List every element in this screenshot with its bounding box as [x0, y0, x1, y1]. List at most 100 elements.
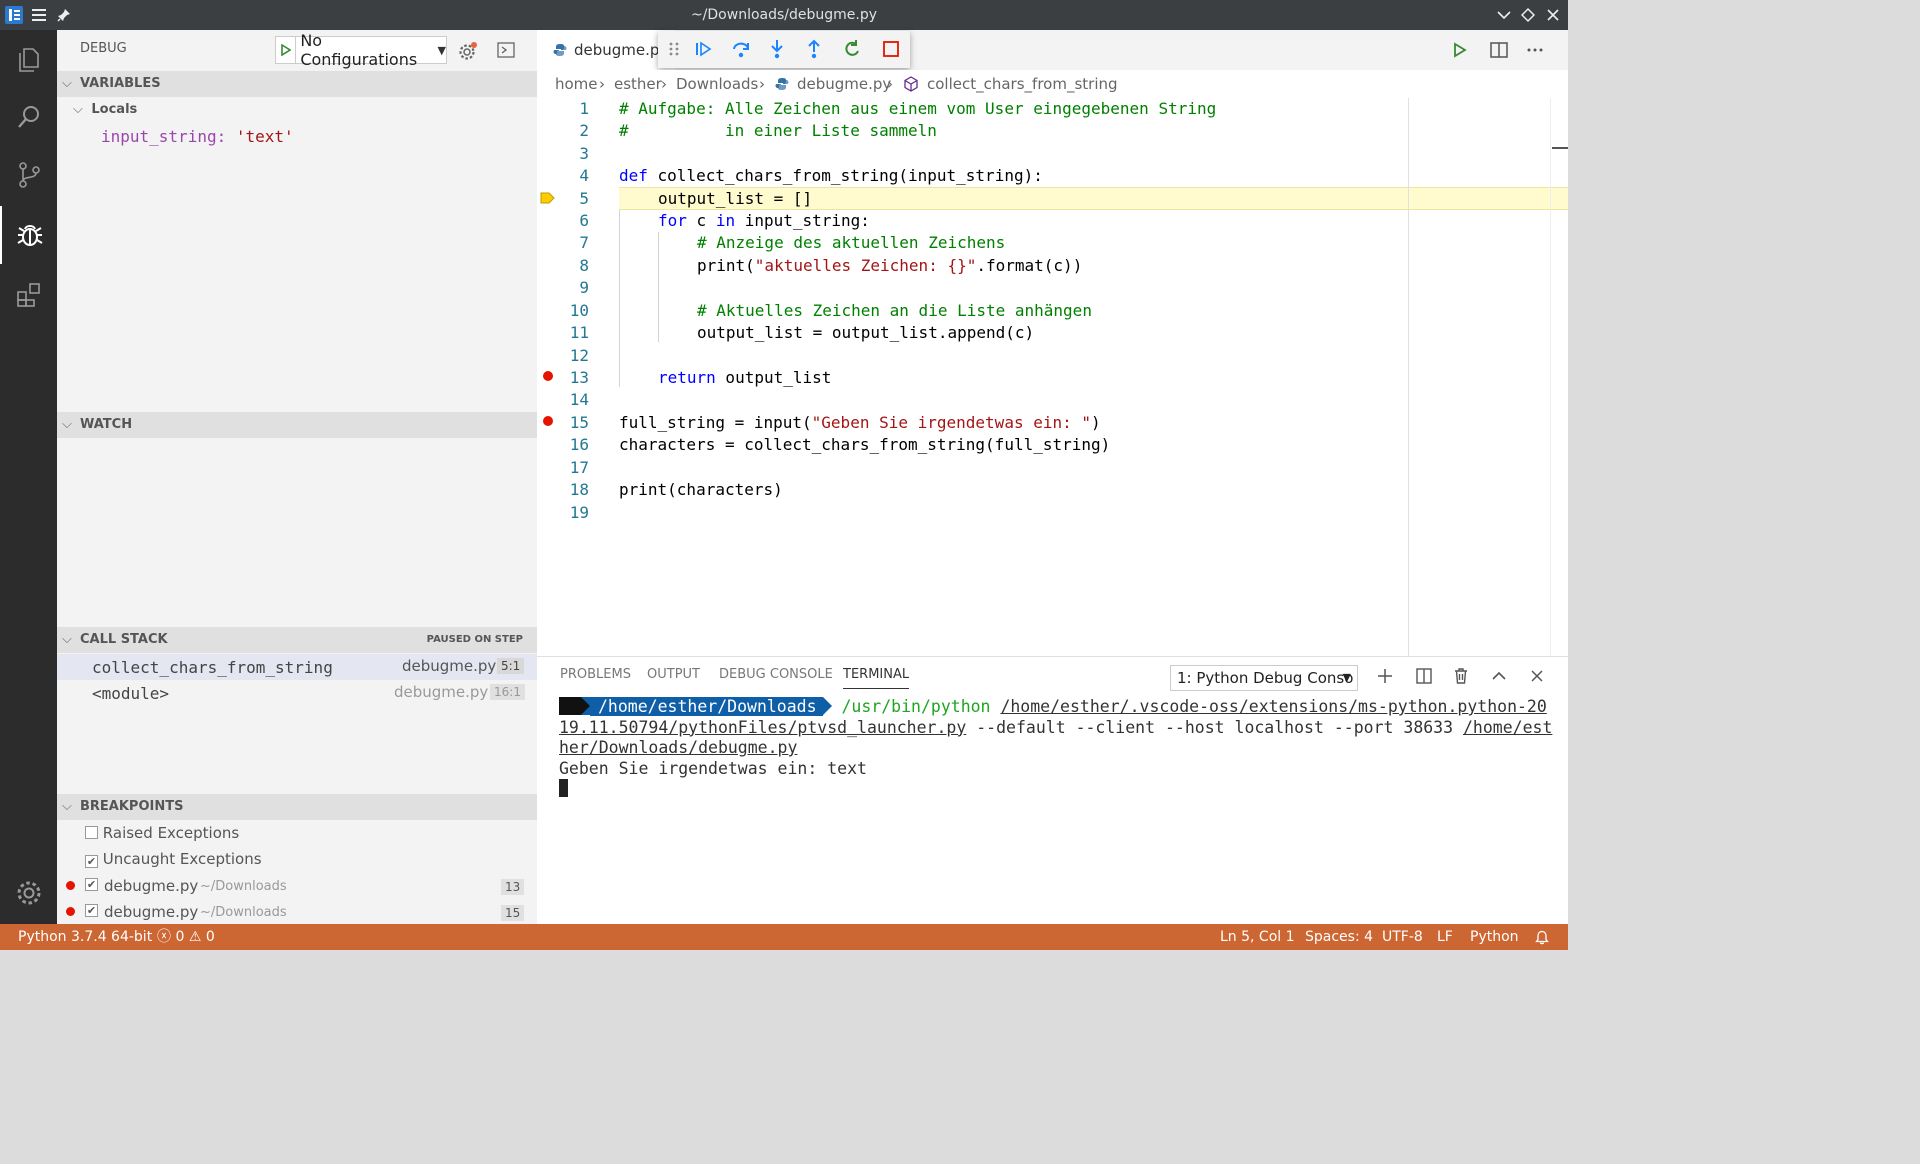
close-panel-icon[interactable] — [1530, 669, 1544, 683]
sidebar-title: DEBUG — [80, 41, 127, 56]
watch-section-header[interactable]: ⌵ WATCH — [57, 412, 537, 438]
split-editor-icon[interactable] — [1490, 41, 1508, 59]
explorer-activity[interactable] — [0, 30, 57, 88]
tab-debug-console[interactable]: DEBUG CONSOLE — [719, 667, 833, 682]
terminal-select[interactable]: 1: Python Debug Conso ▼ — [1170, 665, 1358, 691]
terminal-path-arg: /home/esther/.vscode-oss/extensions/ms-p… — [1000, 697, 1547, 716]
breadcrumb-item[interactable]: esther — [614, 70, 662, 98]
minimize-chevron-icon[interactable] — [1497, 9, 1511, 21]
string-literal: "Geben Sie irgendetwas ein: " — [811, 413, 1092, 432]
code-line: return output_list — [658, 368, 831, 387]
terminal-line: Geben Sie irgendetwas ein: text — [559, 758, 867, 778]
checkbox-checked[interactable]: ✔ — [85, 878, 98, 891]
step-into-icon[interactable] — [768, 39, 786, 59]
manage-activity[interactable] — [0, 864, 57, 922]
bottom-panel: PROBLEMS OUTPUT DEBUG CONSOLE TERMINAL 1… — [537, 656, 1568, 924]
interpreter-status[interactable]: Python 3.7.4 64-bit — [18, 924, 152, 950]
maximize-panel-chevron-icon[interactable] — [1492, 671, 1506, 681]
breadcrumb-item[interactable]: collect_chars_from_string — [927, 70, 1118, 98]
overview-ruler — [1550, 98, 1551, 656]
breadcrumb-item[interactable]: debugme.py — [797, 70, 891, 98]
call-stack-frame[interactable]: collect_chars_from_string debugme.py 5:1 — [57, 654, 537, 680]
terminal-path-arg: /home/est — [1463, 717, 1553, 737]
hamburger-menu-icon[interactable] — [32, 8, 46, 22]
breadcrumb: home › esther › Downloads › debugme.py ›… — [537, 70, 1568, 98]
line-number: 19 — [569, 503, 589, 522]
split-terminal-icon[interactable] — [1416, 668, 1432, 684]
call-stack-section-header[interactable]: ⌵ CALL STACK PAUSED ON STEP — [57, 627, 537, 653]
variable-value: 'text' — [235, 127, 294, 146]
stop-icon[interactable] — [882, 40, 900, 58]
bell-icon[interactable] — [1535, 930, 1549, 945]
breadcrumb-item[interactable]: Downloads — [676, 70, 758, 98]
tab-problems[interactable]: PROBLEMS — [560, 667, 631, 682]
scope-locals[interactable]: ⌵ Locals — [73, 102, 137, 117]
problems-status[interactable]: ⓧ 0 ⚠ 0 — [157, 924, 215, 950]
call-stack-header-label: CALL STACK — [80, 632, 168, 647]
checkbox[interactable] — [85, 826, 98, 839]
terminal-command: /usr/bin/python — [841, 697, 991, 716]
more-actions-icon[interactable] — [1527, 48, 1543, 52]
plus-icon[interactable] — [1377, 668, 1393, 684]
scope-label: Locals — [91, 102, 138, 117]
step-over-icon[interactable] — [731, 39, 751, 59]
breadcrumb-separator-icon: › — [759, 75, 765, 93]
debug-config-select[interactable]: No Configurations ▼ — [275, 31, 447, 69]
breakpoint-line-badge: 15 — [501, 905, 525, 921]
source-control-activity[interactable] — [0, 146, 57, 204]
maximize-diamond-icon[interactable] — [1521, 7, 1535, 23]
window-title: ~/Downloads/debugme.py — [690, 7, 878, 23]
continue-icon[interactable] — [694, 40, 712, 58]
code-editor[interactable]: 1 2 3 4 5 6 7 8 9 10 11 12 13 14 15 16 1… — [537, 98, 1568, 656]
breakpoints-section-header[interactable]: ⌵ BREAKPOINTS — [57, 794, 537, 820]
prompt-segment-icon — [559, 697, 581, 715]
language-status[interactable]: Python — [1470, 924, 1519, 950]
tab-output[interactable]: OUTPUT — [647, 667, 700, 682]
close-window-icon[interactable] — [1546, 8, 1560, 22]
pin-icon[interactable] — [57, 8, 71, 22]
debug-console-icon[interactable] — [497, 41, 515, 59]
call-stack-frame[interactable]: <module> debugme.py 16:1 — [57, 680, 537, 706]
line-number: 12 — [569, 346, 589, 365]
tab-terminal[interactable]: TERMINAL — [843, 667, 910, 689]
checkbox-checked[interactable]: ✔ — [85, 855, 98, 868]
drag-handle-icon[interactable] — [669, 41, 679, 57]
terminal-output[interactable]: /home/esther/Downloads /usr/bin/python /… — [559, 697, 1552, 800]
keyword: return — [658, 368, 716, 387]
play-icon — [280, 44, 291, 56]
warning-count: 0 — [205, 929, 215, 945]
terminal-line: /home/esther/Downloads /usr/bin/python /… — [559, 697, 1552, 718]
indentation-status[interactable]: Spaces: 4 — [1305, 924, 1373, 950]
eol-status[interactable]: LF — [1437, 924, 1453, 950]
breakpoint-item[interactable]: ✔ debugme.py ~/Downloads 13 — [57, 876, 537, 900]
search-activity[interactable] — [0, 88, 57, 146]
variable-item[interactable]: input_string: 'text' — [101, 127, 294, 146]
tab-label: debugme.py — [574, 41, 669, 59]
start-debugging-button[interactable] — [276, 37, 297, 63]
terminal-select-value: 1: Python Debug Conso — [1177, 669, 1354, 687]
breakpoint-item[interactable]: ✔ debugme.py ~/Downloads 15 — [57, 902, 537, 924]
extensions-icon — [16, 283, 40, 307]
frame-name: <module> — [92, 684, 170, 703]
debug-activity[interactable] — [0, 206, 57, 264]
code-text: collect_chars_from_string(input_string): — [647, 166, 1043, 185]
extensions-activity[interactable] — [0, 266, 57, 324]
line-number: 2 — [579, 121, 589, 140]
settings-gear-icon[interactable] — [458, 41, 478, 61]
breakpoint-item[interactable]: Raised Exceptions — [85, 824, 239, 842]
restart-icon[interactable] — [843, 39, 863, 59]
encoding-status[interactable]: UTF-8 — [1382, 924, 1423, 950]
breadcrumb-separator-icon: › — [887, 75, 893, 93]
breadcrumb-item[interactable]: home — [555, 70, 598, 98]
run-icon[interactable] — [1452, 42, 1468, 58]
cursor-position-status[interactable]: Ln 5, Col 1 — [1220, 924, 1295, 950]
breakpoint-item[interactable]: ✔ Uncaught Exceptions — [85, 850, 262, 868]
trash-icon[interactable] — [1453, 667, 1469, 685]
code-line: full_string = input("Geben Sie irgendetw… — [619, 413, 1101, 432]
paused-state-label: PAUSED ON STEP — [426, 634, 523, 645]
checkbox-checked[interactable]: ✔ — [85, 904, 98, 917]
tab-debugme[interactable]: debugme.py — [537, 30, 675, 70]
app-logo-icon[interactable] — [4, 5, 24, 25]
variables-section-header[interactable]: ⌵ VARIABLES — [57, 71, 537, 97]
step-out-icon[interactable] — [805, 39, 823, 59]
